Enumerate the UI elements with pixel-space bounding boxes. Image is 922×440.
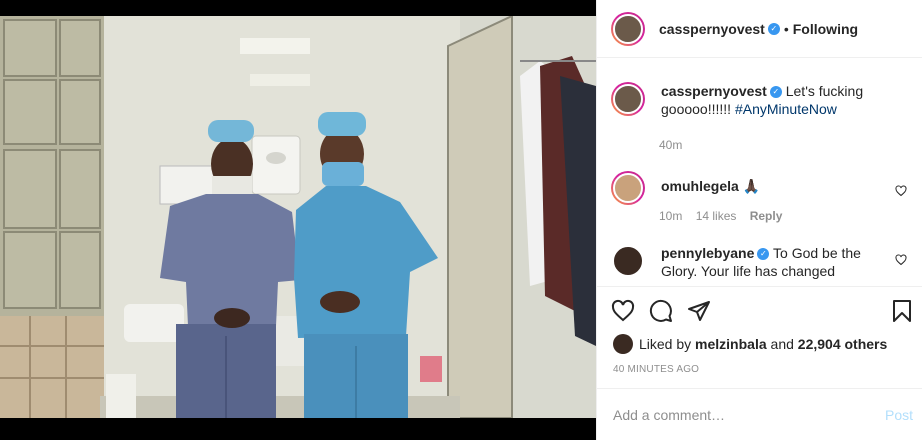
verified-badge-icon: ✓ (757, 248, 770, 261)
following-button[interactable]: Following (793, 21, 858, 37)
share-plane-icon[interactable] (687, 299, 711, 323)
caption-meta: 40m (659, 138, 692, 152)
caption-avatar[interactable] (611, 82, 645, 116)
comment-text: omuhlegela 🙏🏿 (661, 177, 891, 205)
reply-button[interactable]: Reply (750, 209, 783, 223)
comment-item: pennylebyane ✓ To God be the Glory. Your … (611, 244, 911, 280)
caption-hashtag[interactable]: #AnyMinuteNow (735, 101, 837, 117)
likes-summary[interactable]: Liked by melzinbala and 22,904 others (613, 334, 887, 354)
instagram-post-window: casspernyovest ✓ • Following casspernyov… (0, 0, 922, 440)
author-avatar-image (613, 13, 643, 44)
comment-meta: 10m 14 likes Reply (659, 209, 792, 223)
commenter-avatar-image (612, 245, 644, 277)
caption-time[interactable]: 40m (659, 138, 682, 152)
comments-list[interactable]: casspernyovest ✓ Let's fucking gooooo!!!!… (597, 58, 922, 286)
likes-middle: and (770, 336, 794, 352)
commenter-avatar[interactable] (611, 244, 645, 278)
post-actions-bar (597, 286, 922, 332)
likes-prefix: Liked by (639, 336, 692, 352)
like-heart-icon[interactable] (611, 299, 635, 323)
likes-count[interactable]: 22,904 others (798, 336, 888, 352)
caption-text: casspernyovest ✓ Let's fucking gooooo!!!!… (661, 82, 891, 118)
liker-avatar[interactable] (613, 334, 633, 354)
save-bookmark-icon[interactable] (891, 299, 913, 323)
comment-username[interactable]: pennylebyane (661, 245, 754, 261)
caption-comment: casspernyovest ✓ Let's fucking gooooo!!!!… (611, 82, 911, 118)
comment-like-heart-icon[interactable] (895, 254, 907, 266)
caption-avatar-image (613, 84, 643, 114)
comment-likes[interactable]: 14 likes (696, 209, 737, 223)
comment-body: 🙏🏿 (742, 178, 761, 194)
liker-username[interactable]: melzinbala (695, 336, 767, 352)
post-timestamp[interactable]: 40 MINUTES AGO (613, 364, 699, 375)
commenter-avatar[interactable] (611, 171, 645, 205)
comment-username[interactable]: omuhlegela (661, 178, 739, 194)
header-separator: • (783, 20, 789, 37)
comment-time[interactable]: 10m (659, 209, 682, 223)
add-comment-bar: Post (597, 388, 922, 440)
post-comment-button[interactable]: Post (885, 407, 913, 423)
caption-username[interactable]: casspernyovest (661, 83, 767, 99)
verified-badge-icon: ✓ (767, 22, 780, 35)
post-media[interactable] (0, 0, 596, 440)
author-avatar[interactable] (611, 11, 645, 46)
post-photo (0, 16, 596, 418)
add-comment-input[interactable] (613, 405, 853, 425)
comment-item: omuhlegela 🙏🏿 (611, 171, 911, 205)
commenter-avatar-image (613, 173, 643, 203)
post-header: casspernyovest ✓ • Following (597, 0, 922, 58)
post-side-panel: casspernyovest ✓ • Following casspernyov… (596, 0, 922, 440)
author-username[interactable]: casspernyovest (659, 21, 765, 37)
verified-badge-icon: ✓ (769, 86, 782, 99)
comment-text: pennylebyane ✓ To God be the Glory. Your … (661, 244, 891, 280)
comment-like-heart-icon[interactable] (895, 185, 907, 197)
comment-bubble-icon[interactable] (649, 299, 673, 323)
